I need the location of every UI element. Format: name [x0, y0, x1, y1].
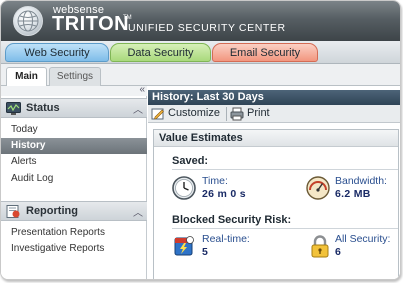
- gauge-icon: [306, 176, 330, 200]
- print-button[interactable]: Print: [230, 106, 270, 121]
- realtime-label: Real-time:: [202, 233, 250, 245]
- customize-button[interactable]: Customize: [151, 106, 220, 121]
- content-toolbar: Customize Print: [148, 105, 400, 123]
- blocked-security-risk-label: Blocked Security Risk:: [172, 214, 292, 226]
- sidebar-item-presentation-reports[interactable]: Presentation Reports: [1, 225, 147, 241]
- bandwidth-value: 6.2 MB: [335, 188, 371, 200]
- sidebar-item-audit-log[interactable]: Audit Log: [1, 171, 147, 187]
- main-content: History: Last 30 Days Customize Print Va…: [148, 86, 400, 279]
- customize-label: Customize: [168, 107, 220, 119]
- panel-title: Value Estimates: [154, 130, 398, 147]
- clock-icon: [172, 176, 196, 200]
- group-divider: [172, 228, 398, 229]
- brand-subtitle: UNIFIED SECURITY CENTER: [128, 22, 286, 34]
- realtime-protection-icon: [172, 234, 196, 258]
- print-label: Print: [247, 107, 270, 119]
- sidebar-item-today[interactable]: Today: [1, 122, 147, 138]
- customize-icon: [151, 107, 165, 126]
- trademark-mark: TM: [123, 15, 132, 21]
- saved-label: Saved:: [172, 155, 209, 167]
- sidebar-section-reporting[interactable]: Reporting ︿: [1, 201, 147, 221]
- realtime-value: 5: [202, 246, 209, 258]
- printer-icon: [230, 107, 244, 126]
- tab-main[interactable]: Main: [6, 67, 47, 87]
- time-value: 26 m 0 s: [202, 188, 246, 200]
- main-settings-tabs: Main Settings: [1, 64, 400, 87]
- brand-triton: TRITON: [52, 13, 130, 35]
- toolbar-divider: [226, 107, 227, 121]
- value-estimates-panel: Value Estimates Saved: Time: 26 m 0 s Ba…: [153, 129, 399, 279]
- sidebar-item-alerts[interactable]: Alerts: [1, 154, 147, 170]
- group-divider: [172, 169, 398, 170]
- page-title: History: Last 30 Days: [148, 90, 400, 105]
- websense-globe-icon: [13, 6, 43, 36]
- chevron-up-icon[interactable]: ︿: [133, 101, 143, 116]
- sidebar-section-label: Status: [26, 102, 60, 114]
- sidebar-item-investigative-reports[interactable]: Investigative Reports: [1, 241, 147, 257]
- tab-settings[interactable]: Settings: [49, 67, 101, 86]
- chevron-up-icon[interactable]: ︿: [133, 204, 143, 219]
- left-sidebar: « Status ︿ Today History Alerts Audit Lo…: [1, 84, 147, 279]
- time-label: Time:: [202, 175, 228, 187]
- sidebar-collapse-row: «: [1, 84, 147, 96]
- app-header: websense TRITON TM UNIFIED SECURITY CENT…: [1, 1, 400, 41]
- tab-web-security[interactable]: Web Security: [5, 43, 109, 62]
- sidebar-section-label: Reporting: [26, 205, 78, 217]
- status-monitor-icon: [6, 102, 21, 115]
- padlock-icon: [308, 234, 332, 258]
- all-security-value: 6: [335, 246, 342, 258]
- tab-email-security[interactable]: Email Security: [212, 43, 318, 62]
- product-tab-bar: Web Security Data Security Email Securit…: [1, 41, 400, 64]
- all-security-label: All Security:: [335, 233, 391, 245]
- double-chevron-left-icon[interactable]: «: [139, 84, 145, 95]
- sidebar-section-status[interactable]: Status ︿: [1, 98, 147, 118]
- app-window: websense TRITON TM UNIFIED SECURITY CENT…: [0, 0, 401, 280]
- tab-data-security[interactable]: Data Security: [110, 43, 211, 62]
- sidebar-item-history[interactable]: History: [1, 138, 147, 154]
- bandwidth-label: Bandwidth:: [335, 175, 387, 187]
- reporting-icon: [6, 205, 21, 218]
